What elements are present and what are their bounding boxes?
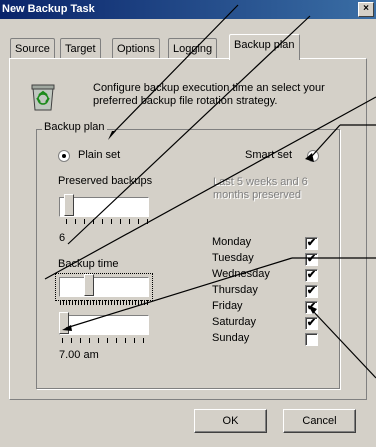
backup-time-minute-slider-thumb[interactable] xyxy=(59,312,69,334)
day-thursday-checkbox[interactable]: ✔ xyxy=(305,285,318,298)
tab-options[interactable]: Options xyxy=(112,38,160,59)
backup-time-hour-slider[interactable] xyxy=(59,277,149,297)
day-tuesday-checkbox[interactable]: ✔ xyxy=(305,253,318,266)
day-sunday-checkbox[interactable] xyxy=(305,333,318,346)
tab-target[interactable]: Target xyxy=(60,38,101,59)
day-saturday-checkbox[interactable]: ✔ xyxy=(305,317,318,330)
title-bar[interactable]: New Backup Task × xyxy=(0,0,376,19)
tab-backup-plan[interactable]: Backup plan xyxy=(229,34,300,60)
day-thursday-label: Thursday xyxy=(212,284,258,296)
day-wednesday-label: Wednesday xyxy=(212,268,270,280)
backup-time-minute-ticks xyxy=(62,338,150,343)
day-friday-checkbox[interactable]: ✔ xyxy=(305,301,318,314)
plain-set-label: Plain set xyxy=(78,149,121,161)
cancel-button[interactable]: Cancel xyxy=(283,409,356,433)
day-monday-label: Monday xyxy=(212,236,252,248)
day-tuesday-label: Tuesday xyxy=(212,252,254,264)
backup-plan-group-label: Backup plan xyxy=(42,121,107,133)
smart-set-label: Smart set xyxy=(245,149,293,161)
plain-set-radio[interactable] xyxy=(58,150,70,162)
preserved-backups-slider-thumb[interactable] xyxy=(64,194,74,216)
dialog-window: New Backup Task × Source Target Options … xyxy=(0,0,376,447)
tab-logging[interactable]: Logging xyxy=(168,38,218,59)
backup-time-label: Backup time xyxy=(58,258,119,270)
preserved-backups-label: Preserved backups xyxy=(58,175,153,187)
header-description: Configure backup execution time an selec… xyxy=(93,82,325,107)
day-monday-checkbox[interactable]: ✔ xyxy=(305,237,318,250)
tab-source[interactable]: Source xyxy=(10,38,55,59)
day-wednesday-checkbox[interactable]: ✔ xyxy=(305,269,318,282)
smart-set-note: Last 5 weeks and 6 months preserved xyxy=(213,176,308,201)
window-title: New Backup Task xyxy=(2,3,95,15)
day-friday-label: Friday xyxy=(212,300,243,312)
backup-time-minute-slider[interactable] xyxy=(59,315,149,335)
backup-time-hour-slider-thumb[interactable] xyxy=(84,274,94,296)
backup-time-hour-ticks xyxy=(60,300,150,305)
smart-set-radio[interactable] xyxy=(307,150,319,162)
backup-time-value: 7.00 am xyxy=(59,349,99,361)
recycle-bin-icon xyxy=(31,84,55,111)
ok-button[interactable]: OK xyxy=(194,409,267,433)
close-button[interactable]: × xyxy=(358,2,374,17)
day-sunday-label: Sunday xyxy=(212,332,250,344)
preserved-backups-ticks xyxy=(66,219,148,224)
preserved-backups-value: 6 xyxy=(59,232,66,244)
day-saturday-label: Saturday xyxy=(212,316,257,328)
